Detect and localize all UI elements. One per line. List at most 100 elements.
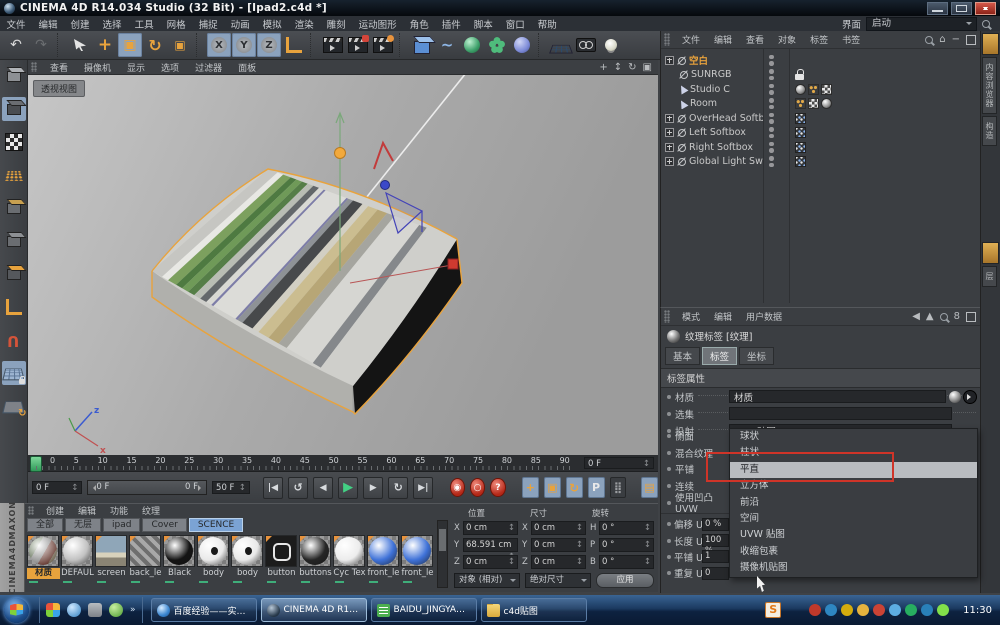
- coordinate-field[interactable]: 0 cm: [531, 538, 586, 552]
- toggle-view-icon[interactable]: ▣: [643, 62, 652, 73]
- attribute-menu-item[interactable]: 编辑: [707, 313, 739, 323]
- render-view-button[interactable]: [321, 33, 345, 57]
- add-cube-button[interactable]: [410, 33, 434, 57]
- projection-option[interactable]: 球状: [730, 429, 977, 445]
- menu-item[interactable]: 窗口: [499, 20, 531, 31]
- object-name[interactable]: Studio C: [690, 84, 730, 95]
- drag-handle[interactable]: [664, 310, 670, 323]
- material-name[interactable]: screen: [95, 568, 128, 579]
- material-thumbnail[interactable]: [265, 535, 297, 567]
- object-name[interactable]: Global Light Switch: [689, 156, 763, 167]
- autokey-button[interactable]: ○: [470, 478, 485, 497]
- attribute-menu-item[interactable]: 模式: [675, 313, 707, 323]
- tray-s-icon[interactable]: S: [765, 602, 781, 618]
- workplane-mode-button[interactable]: [2, 361, 26, 385]
- object-manager-menu-item[interactable]: 编辑: [707, 36, 739, 46]
- objects-tab-icon[interactable]: [982, 33, 999, 55]
- material-item[interactable]: front_le: [367, 535, 400, 579]
- xpresso-tag-icon[interactable]: [795, 156, 806, 167]
- chevron-icon[interactable]: »: [130, 605, 136, 615]
- play-button[interactable]: ▶: [338, 477, 358, 499]
- taskbar-task-button[interactable]: 百度经验——实用...: [151, 598, 257, 622]
- viewport-menu-item[interactable]: 查看: [42, 64, 76, 74]
- gold-tag-icon[interactable]: [808, 84, 819, 95]
- object-row[interactable]: Room: [661, 97, 980, 112]
- object-name[interactable]: 空白: [689, 53, 708, 67]
- material-item[interactable]: buttons: [299, 535, 332, 579]
- xpresso-tag-icon[interactable]: [795, 127, 806, 138]
- move-tool-button[interactable]: +: [93, 33, 117, 57]
- back-icon[interactable]: ◀: [912, 311, 920, 322]
- xpresso-tag-icon[interactable]: [795, 113, 806, 124]
- uv-value-field[interactable]: 0: [702, 567, 729, 580]
- key-rotation-toggle[interactable]: ↻: [566, 477, 583, 498]
- add-spline-button[interactable]: ~: [435, 33, 459, 57]
- menu-item[interactable]: 编辑: [32, 20, 64, 31]
- material-thumbnail[interactable]: [197, 535, 229, 567]
- rotate-view-icon[interactable]: ↻: [628, 62, 636, 73]
- object-manager-menu-item[interactable]: 文件: [675, 36, 707, 46]
- drag-handle[interactable]: [28, 506, 34, 515]
- visibility-dots[interactable]: [769, 156, 774, 167]
- coordinate-field[interactable]: 0 cm: [531, 521, 586, 535]
- menu-item[interactable]: 捕捉: [192, 20, 224, 31]
- material-name[interactable]: Cyc Tex: [333, 568, 366, 579]
- visibility-dots[interactable]: [769, 69, 774, 80]
- projection-option[interactable]: UVW 贴图: [730, 527, 977, 543]
- menu-item[interactable]: 脚本: [467, 20, 499, 31]
- taskbar-clock[interactable]: 11:30: [963, 605, 992, 616]
- start-button[interactable]: [4, 598, 29, 623]
- material-item[interactable]: front_le: [401, 535, 434, 579]
- key-position-toggle[interactable]: +: [522, 477, 539, 498]
- taskbar-task-button[interactable]: CINEMA 4D R14...: [261, 598, 367, 622]
- object-row[interactable]: 空白: [661, 53, 980, 68]
- material-name[interactable]: front_le: [367, 568, 400, 579]
- menu-item[interactable]: 文件: [0, 20, 32, 31]
- menu-item[interactable]: 渲染: [288, 20, 320, 31]
- maximize-button[interactable]: [951, 2, 972, 15]
- menu-item[interactable]: 角色: [403, 20, 435, 31]
- material-thumbnail[interactable]: [367, 535, 399, 567]
- next-frame-button[interactable]: ▶: [363, 477, 383, 499]
- material-menu-item[interactable]: 创建: [39, 507, 71, 517]
- object-name[interactable]: Left Softbox: [689, 127, 746, 138]
- z-axis-lock-button[interactable]: Z: [257, 33, 281, 57]
- layout-select[interactable]: 启动: [866, 17, 977, 31]
- coordinate-field[interactable]: 0 cm: [463, 521, 518, 535]
- projection-option[interactable]: 空间: [730, 511, 977, 527]
- material-name[interactable]: button: [265, 568, 298, 579]
- key-pla-toggle[interactable]: ⣿: [610, 477, 627, 498]
- object-name[interactable]: Right Softbox: [689, 142, 753, 153]
- material-layer-tab[interactable]: 全部: [27, 518, 63, 532]
- expander-icon[interactable]: [665, 128, 674, 137]
- viewport-menu-item[interactable]: 摄像机: [76, 64, 119, 74]
- range-end-field[interactable]: 50 F: [212, 481, 250, 494]
- live-selection-button[interactable]: [68, 33, 92, 57]
- redo-button[interactable]: ↷: [29, 33, 53, 57]
- add-cloner-button[interactable]: [485, 33, 509, 57]
- projection-option[interactable]: 前沿: [730, 495, 977, 511]
- visibility-dots[interactable]: [769, 98, 774, 109]
- object-manager-menu-item[interactable]: 标签: [803, 36, 835, 46]
- material-item[interactable]: screen: [95, 535, 128, 579]
- key-parameter-toggle[interactable]: P: [588, 477, 605, 498]
- material-field[interactable]: 材质: [729, 390, 946, 403]
- projection-option[interactable]: 摄像机贴图: [730, 560, 977, 576]
- attribute-menu-item[interactable]: 用户数据: [739, 313, 789, 323]
- viewport-menu-item[interactable]: 选项: [153, 64, 187, 74]
- projection-option[interactable]: 收缩包裹: [730, 544, 977, 560]
- material-thumbnail[interactable]: [401, 535, 433, 567]
- object-manager-menu-item[interactable]: 书签: [835, 36, 867, 46]
- material-layer-tab[interactable]: ipad: [103, 518, 140, 532]
- menu-item[interactable]: 选择: [96, 20, 128, 31]
- visibility-dots[interactable]: [769, 55, 774, 66]
- uv-value-field[interactable]: 100 %: [702, 534, 729, 547]
- home-icon[interactable]: ⌂: [939, 34, 945, 45]
- viewport-menu-item[interactable]: 显示: [119, 64, 153, 74]
- menu-item[interactable]: 雕刻: [320, 20, 352, 31]
- scale-tool-button[interactable]: ▣: [118, 33, 142, 57]
- render-settings-button[interactable]: [346, 33, 370, 57]
- x-axis-lock-button[interactable]: X: [207, 33, 231, 57]
- material-menu-item[interactable]: 功能: [103, 507, 135, 517]
- checker-tag-icon[interactable]: [821, 84, 832, 95]
